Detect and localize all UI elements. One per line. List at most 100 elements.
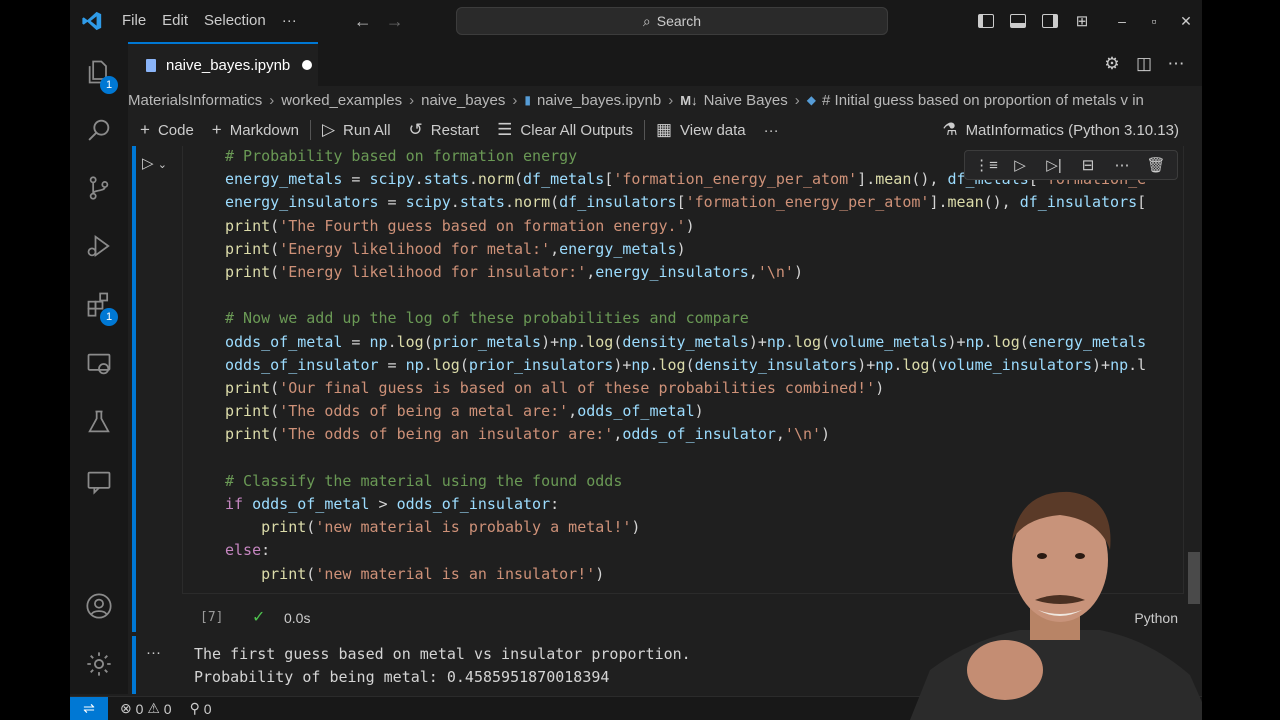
forward-arrow-icon[interactable]: →	[379, 11, 411, 32]
ports-count: 0	[203, 700, 212, 717]
restore-icon[interactable]: ▫	[1138, 13, 1170, 29]
cell-more-icon[interactable]: ⋯	[1105, 156, 1139, 174]
extensions-icon[interactable]: 1	[70, 280, 128, 328]
source-control-icon[interactable]	[70, 164, 128, 212]
chevron-down-icon[interactable]: ⌄	[158, 159, 167, 171]
comments-icon[interactable]	[70, 458, 128, 506]
more-actions-icon[interactable]: ⋯	[1160, 54, 1192, 74]
run-debug-icon[interactable]	[70, 222, 128, 270]
code-token: .	[414, 170, 424, 189]
view-data-label: View data	[680, 121, 746, 139]
error-icon: ⊗	[120, 700, 132, 716]
code-line[interactable]: if odds_of_metal > odds_of_insulator:	[225, 493, 559, 516]
code-token: 'The odds of being an insulator are:'	[279, 425, 614, 444]
toggle-sidebar-icon[interactable]	[970, 0, 1002, 42]
customize-layout-icon[interactable]: ⊞	[1066, 0, 1098, 42]
breadcrumb: MaterialsInformatics › worked_examples ›…	[128, 86, 1202, 114]
code-line[interactable]: # Probability based on formation energy	[225, 146, 577, 168]
code-line[interactable]: print('The odds of being an insulator ar…	[225, 423, 830, 446]
code-token: print	[225, 263, 271, 281]
run-by-line-icon[interactable]: ⋮≡	[969, 156, 1003, 174]
menu-edit[interactable]: Edit	[154, 0, 196, 42]
problems-indicator[interactable]: ⊗ 0 ⚠ 0	[120, 700, 172, 717]
code-token: '\n'	[784, 425, 822, 444]
unsaved-dot-icon[interactable]	[302, 60, 313, 70]
notebook-file-icon	[146, 58, 156, 72]
execute-below-icon[interactable]: ▷|	[1037, 156, 1071, 174]
add-code-button[interactable]: + Code	[128, 120, 203, 140]
code-line[interactable]: print('Energy likelihood for insulator:'…	[225, 261, 803, 284]
run-cell-icon[interactable]: ▷ ⌄	[142, 154, 167, 172]
output-more-icon[interactable]: ···	[146, 644, 161, 661]
breadcrumb-item[interactable]: MaterialsInformatics	[128, 92, 262, 109]
code-token: (),	[983, 193, 1020, 212]
presenter-webcam-image	[910, 491, 1202, 720]
split-cell-icon[interactable]: ⊟	[1071, 156, 1105, 174]
run-all-button[interactable]: ▷ Run All	[313, 120, 400, 140]
close-icon[interactable]: ✕	[1170, 13, 1202, 30]
code-token: np	[405, 355, 424, 374]
kernel-icon: ⚗	[942, 120, 958, 139]
search-sidebar-icon[interactable]	[70, 106, 128, 154]
breadcrumb-item[interactable]: # Initial guess based on proportion of m…	[822, 92, 1144, 109]
code-line[interactable]: print('The odds of being a metal are:',o…	[225, 400, 704, 423]
code-line[interactable]: print('Our final guess is based on all o…	[225, 377, 884, 400]
code-line[interactable]: print('The Fourth guess based on formati…	[225, 215, 695, 238]
code-token: [	[1137, 193, 1147, 212]
code-token: np	[369, 332, 388, 351]
chevron-right-icon: ›	[794, 91, 800, 109]
code-line[interactable]: odds_of_metal = np.log(prior_metals)+np.…	[225, 331, 1146, 354]
code-token: volume_insulators	[938, 355, 1092, 374]
code-line[interactable]: print('new material is an insulator!')	[225, 563, 604, 586]
code-token: 'formation_energy_per_atom'	[613, 170, 858, 189]
command-search[interactable]: ⌕ Search	[456, 7, 888, 35]
code-line[interactable]: odds_of_insulator = np.log(prior_insulat…	[225, 354, 1146, 377]
breadcrumb-item[interactable]: naive_bayes.ipynb	[537, 92, 661, 109]
code-line[interactable]: print('new material is probably a metal!…	[225, 516, 640, 539]
menu-more[interactable]: ···	[274, 0, 305, 42]
toolbar-more-button[interactable]: ···	[755, 122, 788, 139]
code-line[interactable]: else:	[225, 539, 270, 562]
tab-naive-bayes[interactable]: naive_bayes.ipynb	[128, 42, 318, 86]
clear-outputs-button[interactable]: ☰ Clear All Outputs	[488, 120, 642, 140]
account-icon[interactable]	[70, 582, 128, 630]
remote-indicator-icon[interactable]: ⇌	[70, 696, 108, 720]
menu-file[interactable]: File	[114, 0, 154, 42]
clear-outputs-label: Clear All Outputs	[520, 121, 633, 139]
delete-cell-icon[interactable]: 🗑	[1139, 156, 1173, 174]
breadcrumb-item[interactable]: worked_examples	[281, 92, 402, 109]
code-token: .	[649, 355, 659, 374]
restart-button[interactable]: ↺ Restart	[400, 120, 489, 140]
breadcrumb-item[interactable]: naive_bayes	[421, 92, 505, 109]
gear-icon[interactable]: ⚙	[1096, 54, 1128, 74]
code-line[interactable]: # Classify the material using the found …	[225, 470, 622, 493]
breadcrumb-item[interactable]: Naive Bayes	[704, 92, 788, 109]
settings-gear-icon[interactable]	[70, 640, 128, 688]
code-token: energy_metals	[225, 170, 343, 189]
toggle-secondary-sidebar-icon[interactable]	[1034, 0, 1066, 42]
back-arrow-icon[interactable]: ←	[347, 11, 379, 32]
menu-selection[interactable]: Selection	[196, 0, 274, 42]
code-line[interactable]: print('Energy likelihood for metal:',ene…	[225, 238, 686, 261]
execute-above-icon[interactable]: ▷	[1003, 156, 1037, 174]
warning-icon: ⚠	[147, 700, 160, 716]
code-line[interactable]: energy_insulators = scipy.stats.norm(df_…	[225, 191, 1146, 214]
remote-explorer-icon[interactable]	[70, 340, 128, 388]
split-editor-icon[interactable]: ◫	[1128, 54, 1160, 74]
code-token: 'Our final guess is based on all of thes…	[279, 379, 876, 397]
add-markdown-button[interactable]: + Markdown	[203, 120, 308, 140]
ports-indicator[interactable]: ⚲ 0	[190, 700, 212, 717]
view-data-button[interactable]: ▦ View data	[647, 120, 755, 140]
explorer-icon[interactable]: 1	[70, 48, 128, 96]
clear-all-icon: ☰	[497, 120, 513, 139]
code-token: (	[270, 263, 280, 281]
code-token: [	[604, 170, 614, 189]
title-bar: File Edit Selection ··· ← → ⌕ Search ⊞ –…	[70, 0, 1202, 42]
testing-flask-icon[interactable]	[70, 398, 128, 446]
output-focus-indicator	[132, 636, 136, 694]
code-token: 'Energy likelihood for insulator:'	[279, 263, 587, 281]
minimize-icon[interactable]: –	[1106, 13, 1138, 29]
code-line[interactable]: # Now we add up the log of these probabi…	[225, 307, 749, 330]
toggle-panel-icon[interactable]	[1002, 0, 1034, 42]
kernel-picker[interactable]: ⚗ MatInformatics (Python 3.10.13)	[933, 114, 1188, 146]
